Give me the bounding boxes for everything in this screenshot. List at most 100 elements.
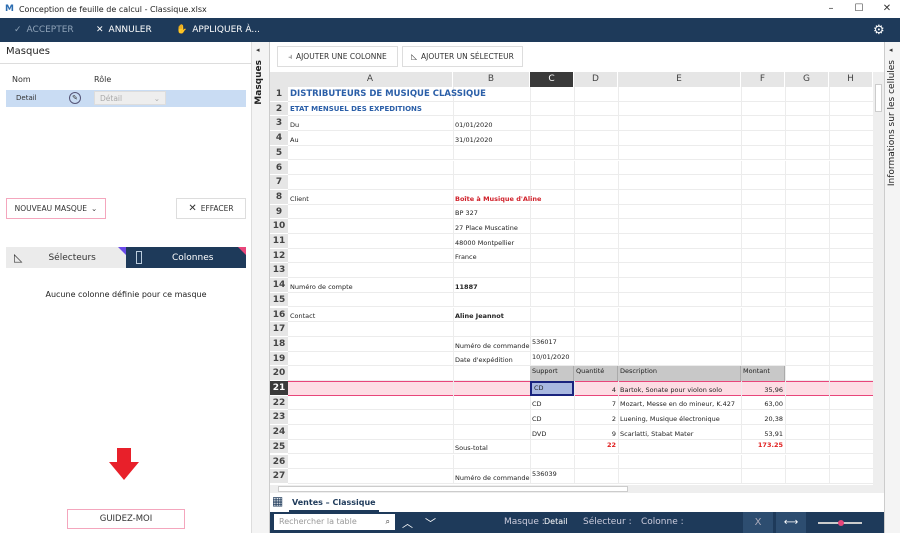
cell[interactable]: 9 bbox=[574, 425, 618, 440]
cell[interactable]: Montant bbox=[741, 366, 785, 381]
collapse-icon[interactable]: ◂ bbox=[889, 46, 893, 54]
cell[interactable]: CD bbox=[530, 410, 544, 425]
column-header-e[interactable]: E bbox=[618, 72, 741, 87]
row-header[interactable]: 24 bbox=[270, 425, 288, 440]
cell[interactable]: France bbox=[453, 249, 479, 264]
guide-me-button[interactable]: GUIDEZ-MOI bbox=[67, 509, 185, 529]
cancel-button[interactable]: ✕ ANNULER bbox=[96, 18, 152, 42]
zoom-slider-handle[interactable] bbox=[838, 520, 844, 526]
row-header[interactable]: 13 bbox=[270, 263, 288, 279]
row-header[interactable]: 27 bbox=[270, 469, 288, 484]
row-header[interactable]: 1 bbox=[270, 87, 288, 102]
cell[interactable]: 35,96 bbox=[741, 381, 785, 396]
row-header[interactable]: 16 bbox=[270, 307, 288, 323]
settings-button[interactable]: ⚙ bbox=[873, 18, 885, 42]
scrollbar-thumb[interactable] bbox=[875, 84, 882, 112]
cell[interactable]: 22 bbox=[574, 440, 618, 455]
cell[interactable]: Sous-total bbox=[453, 440, 490, 455]
cell[interactable]: 536039 bbox=[530, 469, 559, 484]
row-header[interactable]: 5 bbox=[270, 145, 288, 161]
cell[interactable]: 31/01/2020 bbox=[453, 131, 494, 146]
column-header-g[interactable]: G bbox=[785, 72, 829, 87]
cell[interactable]: Luening, Musique électronique bbox=[618, 410, 722, 425]
cell[interactable]: 01/01/2020 bbox=[453, 116, 494, 131]
new-mask-button[interactable]: NOUVEAU MASQUE ⌄ bbox=[6, 198, 106, 219]
collapse-icon[interactable]: ◂ bbox=[256, 46, 260, 54]
cell[interactable]: Mozart, Messe en do mineur, K.427 bbox=[618, 396, 737, 411]
column-header-h[interactable]: H bbox=[829, 72, 873, 87]
role-dropdown[interactable]: Détail ⌄ bbox=[94, 91, 166, 105]
scrollbar-thumb[interactable] bbox=[278, 486, 628, 492]
cell[interactable]: 27 Place Muscatine bbox=[453, 219, 520, 234]
masks-side-strip[interactable]: ◂ Masques bbox=[252, 42, 270, 533]
row-header[interactable]: 7 bbox=[270, 175, 288, 190]
row-header[interactable]: 20 bbox=[270, 366, 288, 381]
cell-info-side-strip[interactable]: ◂ Informations sur les cellules bbox=[884, 42, 900, 533]
row-header[interactable]: 10 bbox=[270, 219, 288, 234]
row-header[interactable]: 11 bbox=[270, 234, 288, 249]
clear-button[interactable]: ✕ EFFACER bbox=[176, 198, 246, 219]
cell[interactable]: 48000 Montpellier bbox=[453, 234, 516, 249]
cell[interactable]: Numéro de commande bbox=[453, 469, 532, 484]
column-header-d[interactable]: D bbox=[574, 72, 618, 87]
cell[interactable]: ETAT MENSUEL DES EXPEDITIONS bbox=[288, 102, 424, 117]
cell[interactable]: Au bbox=[288, 131, 301, 146]
cell[interactable]: 536017 bbox=[530, 337, 559, 352]
table-search-input[interactable]: Rechercher la table ⌕ bbox=[274, 514, 395, 530]
cell[interactable]: 11887 bbox=[453, 278, 480, 293]
cell[interactable]: Quantité bbox=[574, 366, 618, 381]
excel-icon[interactable]: X bbox=[743, 512, 773, 533]
row-header[interactable]: 2 bbox=[270, 101, 288, 117]
cell[interactable]: Support bbox=[530, 366, 574, 381]
cell[interactable]: DISTRIBUTEURS DE MUSIQUE CLASSIQUE bbox=[288, 87, 488, 102]
row-header[interactable]: 23 bbox=[270, 410, 288, 426]
row-header[interactable]: 18 bbox=[270, 336, 288, 352]
chevron-down-icon[interactable]: ﹀ bbox=[425, 515, 436, 531]
horizontal-scrollbar[interactable] bbox=[270, 485, 884, 493]
cell[interactable]: Description bbox=[618, 366, 741, 381]
cell[interactable]: BP 327 bbox=[453, 205, 480, 220]
tab-selectors[interactable]: ◺ Sélecteurs bbox=[6, 247, 126, 268]
fit-width-icon[interactable]: ⟷ bbox=[776, 512, 806, 533]
cell[interactable]: Du bbox=[288, 116, 301, 131]
cell[interactable]: 4 bbox=[574, 381, 618, 396]
sheet-tab[interactable]: Ventes – Classique bbox=[289, 494, 379, 512]
mask-row[interactable]: Detail ✎ Détail ⌄ bbox=[6, 90, 246, 107]
row-header[interactable]: 8 bbox=[270, 189, 288, 205]
edit-icon[interactable]: ✎ bbox=[69, 92, 81, 104]
cell[interactable]: Aline Jeannot bbox=[453, 308, 506, 323]
cell[interactable]: Numéro de commande bbox=[453, 337, 532, 352]
cell[interactable]: 2 bbox=[574, 410, 618, 425]
zoom-slider[interactable] bbox=[818, 520, 862, 526]
cell[interactable]: 20,38 bbox=[741, 410, 785, 425]
row-header[interactable]: 4 bbox=[270, 131, 288, 146]
cell[interactable]: 7 bbox=[574, 396, 618, 411]
column-header-a[interactable]: A bbox=[288, 72, 453, 87]
row-header[interactable]: 12 bbox=[270, 248, 288, 264]
column-header-b[interactable]: B bbox=[453, 72, 530, 87]
cell[interactable]: 10/01/2020 bbox=[530, 352, 571, 367]
row-header[interactable]: 25 bbox=[270, 439, 288, 455]
minimize-button[interactable]: – bbox=[824, 2, 838, 16]
row-header[interactable]: 19 bbox=[270, 351, 288, 367]
cell-grid[interactable]: A B C D E F G H 1 DISTRIBUTEURS DE MUSIQUE CLASSI… bbox=[270, 42, 873, 485]
row-header[interactable]: 6 bbox=[270, 160, 288, 176]
accept-button[interactable]: ✓ ACCEPTER bbox=[14, 18, 74, 42]
cell[interactable]: CD bbox=[530, 381, 574, 396]
close-button[interactable]: ✕ bbox=[880, 2, 894, 16]
chevron-up-icon[interactable]: ︿ bbox=[402, 515, 413, 531]
cell[interactable]: Client bbox=[288, 190, 311, 205]
apply-to-button[interactable]: ✋ APPLIQUER À... bbox=[176, 18, 260, 42]
row-header[interactable]: 14 bbox=[270, 278, 288, 293]
tab-columns[interactable]: Colonnes bbox=[126, 247, 246, 268]
row-header[interactable]: 15 bbox=[270, 292, 288, 308]
maximize-button[interactable]: ☐ bbox=[852, 2, 866, 16]
column-header-f[interactable]: F bbox=[741, 72, 785, 87]
cell[interactable]: Boîte à Musique d'Aline bbox=[453, 190, 543, 205]
cell[interactable]: DVD bbox=[530, 425, 548, 440]
cell[interactable]: Bartok, Sonate pour violon solo bbox=[618, 381, 724, 396]
row-header[interactable]: 3 bbox=[270, 116, 288, 132]
row-header[interactable]: 9 bbox=[270, 204, 288, 220]
cell[interactable]: 53,91 bbox=[741, 425, 785, 440]
vertical-scrollbar[interactable] bbox=[873, 72, 884, 485]
